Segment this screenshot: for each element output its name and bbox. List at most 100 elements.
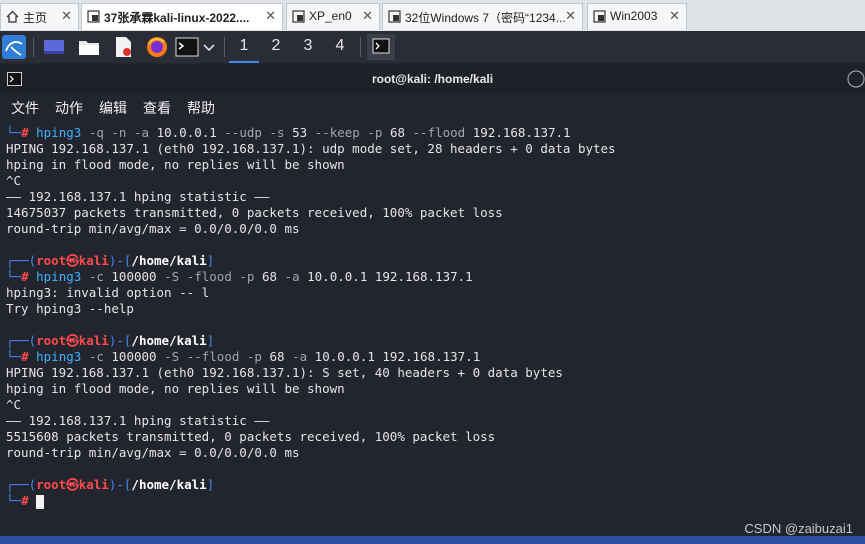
menu-actions[interactable]: 动作 (55, 98, 83, 118)
workspace-1[interactable]: 1 (229, 31, 259, 63)
command-option: -flood (186, 269, 232, 284)
close-icon[interactable]: ✕ (61, 8, 72, 24)
vm-tab-win7[interactable]: 32位Windows 7（密码“1234... ✕ (382, 3, 583, 30)
prompt-corner: └─ (6, 349, 22, 364)
kali-menu-icon[interactable] (2, 35, 26, 59)
command-option: -S (164, 269, 180, 284)
command-line: └─# hping3 -q -n -a 10.0.0.1 --udp -s 53… (6, 125, 571, 141)
close-icon[interactable]: ✕ (669, 8, 680, 24)
vm-icon (292, 10, 305, 23)
prompt-bracket: ┌──( (6, 253, 37, 268)
output-line: 5515608 packets transmitted, 0 packets r… (6, 429, 496, 444)
terminal-launcher-icon[interactable] (175, 35, 199, 59)
output-line: ^C (6, 397, 22, 412)
menu-file[interactable]: 文件 (11, 98, 39, 118)
vm-tab-kali[interactable]: 37张承霖kali-linux-2022.... ✕ (81, 3, 283, 30)
taskbar-terminal-button[interactable] (367, 34, 395, 60)
prompt-host: kali (78, 253, 109, 268)
command-argument: 68 (261, 349, 293, 364)
file-manager-icon[interactable] (77, 35, 101, 59)
close-icon[interactable]: ✕ (362, 8, 373, 24)
prompt-bracket: ┌──( (6, 333, 37, 348)
command-line: └─# hping3 -c 100000 -S --flood -p 68 -a… (6, 349, 480, 365)
output-line: round-trip min/avg/max = 0.0/0.0/0.0 ms (6, 445, 300, 460)
prompt-corner: └─ (6, 125, 22, 140)
panel-separator (224, 37, 225, 57)
prompt-hash: # (21, 125, 29, 140)
workspace-3[interactable]: 3 (293, 31, 323, 63)
chevron-down-icon[interactable] (200, 35, 218, 59)
output-line: ^C (6, 173, 22, 188)
command-name: hping3 (36, 125, 82, 140)
prompt-line: ┌──(root㉿kali)-[/home/kali] (6, 253, 214, 269)
prompt-bracket: )-[ (108, 477, 132, 492)
vm-tab-xp[interactable]: XP_en0 ✕ (286, 3, 380, 30)
prompt-bracket: ] (206, 333, 215, 348)
command-option: -p (367, 125, 383, 140)
output-line: HPING 192.168.137.1 (eth0 192.168.137.1)… (6, 141, 616, 156)
watermark: CSDN @zaibuzai1 (744, 521, 853, 536)
command-option: -c (88, 269, 104, 284)
terminal-titlebar: root@kali: /home/kali (0, 64, 865, 94)
prompt-hash: # (21, 349, 29, 364)
text-editor-icon[interactable] (111, 35, 135, 59)
menu-help[interactable]: 帮助 (187, 98, 215, 118)
prompt-user: root (36, 477, 67, 492)
prompt-at-symbol: ㉿ (66, 477, 79, 492)
output-line: —— 192.168.137.1 hping statistic —— (6, 189, 270, 204)
vm-tab-label: XP_en0 (309, 9, 352, 23)
command-option: --flood (186, 349, 240, 364)
show-desktop-icon[interactable] (42, 35, 66, 59)
command-option: -n (111, 125, 127, 140)
prompt-host: kali (78, 477, 109, 492)
terminal-output[interactable]: └─# hping3 -q -n -a 10.0.0.1 --udp -s 53… (0, 120, 865, 536)
command-option: -s (269, 125, 285, 140)
workspace-2[interactable]: 2 (261, 31, 291, 63)
prompt-bracket: )-[ (108, 253, 132, 268)
workspace-4[interactable]: 4 (325, 31, 355, 63)
prompt-line: ┌──(root㉿kali)-[/home/kali] (6, 333, 214, 349)
prompt-at-symbol: ㉿ (66, 333, 79, 348)
window-control-icon[interactable] (847, 70, 865, 88)
vm-tab-label: Win2003 (610, 9, 658, 23)
command-argument: 10.0.0.1 192.168.137.1 (307, 349, 481, 364)
prompt-bracket: ] (206, 253, 215, 268)
vm-tab-home[interactable]: 主页 ✕ (0, 3, 79, 30)
vm-tab-win2003[interactable]: Win2003 ✕ (587, 3, 687, 30)
output-line: hping in flood mode, no replies will be … (6, 157, 345, 172)
close-icon[interactable]: ✕ (265, 8, 276, 24)
firefox-icon[interactable] (145, 35, 169, 59)
prompt-user: root (36, 253, 67, 268)
home-icon (6, 10, 19, 23)
command-argument (179, 269, 187, 284)
command-option: --udp (224, 125, 262, 140)
prompt-line: ┌──(root㉿kali)-[/home/kali] (6, 477, 214, 493)
prompt-bracket: ] (206, 477, 215, 492)
vm-icon (87, 10, 100, 23)
menu-view[interactable]: 查看 (143, 98, 171, 118)
command-argument: 10.0.0.1 192.168.137.1 (299, 269, 473, 284)
command-line: └─# hping3 -c 100000 -S -flood -p 68 -a … (6, 269, 473, 285)
command-argument: 100000 (103, 269, 165, 284)
command-argument: 100000 (103, 349, 165, 364)
output-line: hping in flood mode, no replies will be … (6, 381, 345, 396)
menu-edit[interactable]: 编辑 (99, 98, 127, 118)
command-argument (239, 349, 247, 364)
input-line: └─# (6, 493, 45, 509)
command-argument: 68 (382, 125, 413, 140)
prompt-path: /home/kali (131, 253, 207, 268)
command-option: -p (246, 349, 262, 364)
vm-tab-label: 主页 (23, 11, 48, 25)
panel-separator (360, 37, 361, 57)
command-option: --flood (412, 125, 466, 140)
vm-icon (388, 10, 401, 23)
close-icon[interactable]: ✕ (565, 8, 576, 24)
command-option: -a (284, 269, 300, 284)
command-option: --keep (314, 125, 360, 140)
